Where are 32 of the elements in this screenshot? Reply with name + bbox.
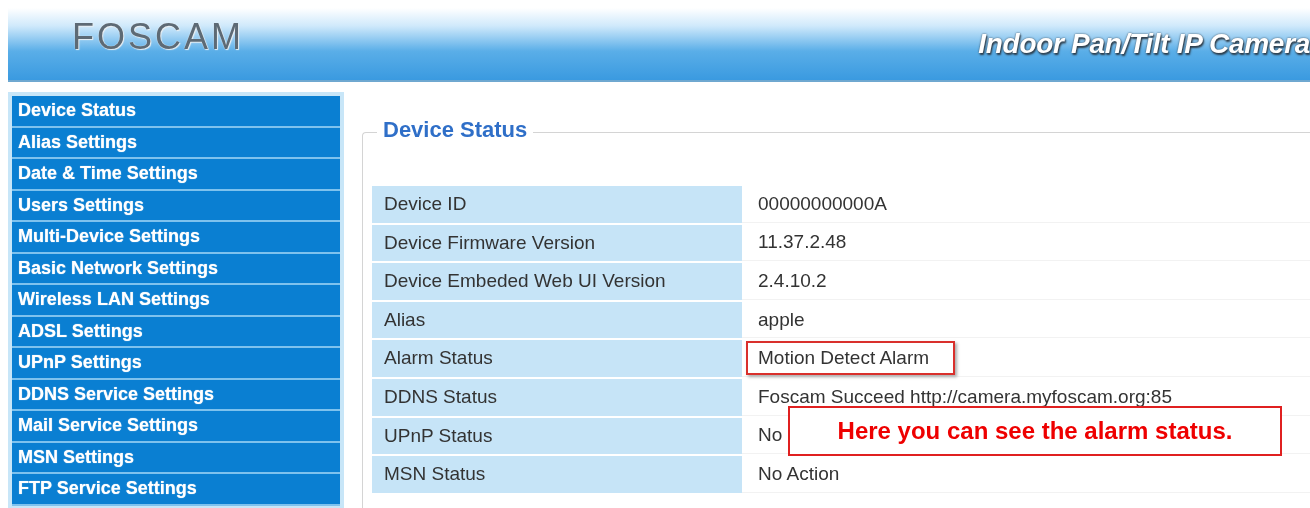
table-cell: UPnP Status [372,417,742,455]
table-cell-text: 2.4.10.2 [757,269,828,293]
sidebar-item[interactable]: Mail Service Settings [12,411,340,443]
table-cell-text: apple [757,307,806,332]
table-cell: Device Embeded Web UI Version [372,263,742,300]
sidebar-item[interactable]: Alias Settings [12,127,340,159]
sidebar-item[interactable]: Users Settings [12,190,340,222]
table-cell-text: 11.37.2.48 [757,230,848,255]
sidebar-item[interactable]: Wireless LAN Settings [12,285,340,317]
table-cell-text: 00000000000A [757,191,888,216]
product-title: Indoor Pan/Tilt IP Camera [978,28,1310,60]
logo: FOSCAM [72,16,244,58]
sidebar-item[interactable]: ADSL Settings [12,316,340,348]
sidebar-item[interactable]: UPnP Settings [12,348,340,380]
table-cell: DDNS Status [372,378,742,416]
table-cell-text: No Action [757,461,841,486]
table-cell-text: No [757,423,784,448]
table-cell: MSN Status [372,456,742,493]
table-cell: Device ID [372,186,742,223]
table-cell: Device Firmware Version [372,224,742,262]
sidebar-item[interactable]: Device Status [12,96,340,128]
table-cell-text: Foscam Succeed http://camera.myfoscam.org:85 [757,384,1173,409]
sidebar-item[interactable]: Basic Network Settings [12,253,340,285]
sidebar-item[interactable]: FTP Service Settings [12,474,340,506]
sidebar-item[interactable]: MSN Settings [12,442,340,474]
highlighted-value: Motion Detect Alarm [746,341,956,376]
sidebar-item[interactable]: Multi-Device Settings [12,222,340,254]
sidebar-item[interactable]: DDNS Service Settings [12,379,340,411]
table-cell: Alias [372,301,742,339]
callout-note: Here you can see the alarm status. [788,406,1282,456]
sidebar-item[interactable]: Date & Time Settings [12,159,340,191]
table-cell: Alarm Status [372,340,742,377]
